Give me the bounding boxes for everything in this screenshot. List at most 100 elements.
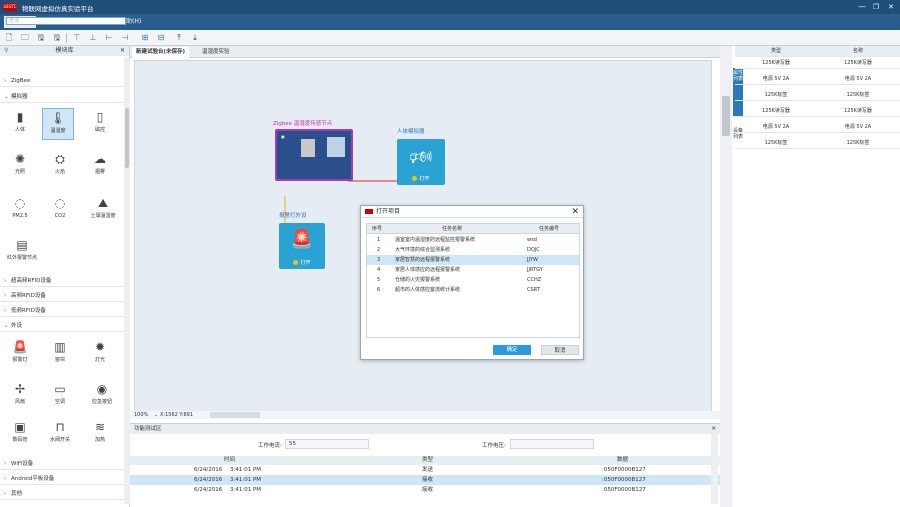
restore-button[interactable]: ❐ xyxy=(869,2,883,12)
toolbar: 🗋 🗀 🖫 🖫 ⊤ ⊥ ⊢ ⊣ ⊞ ⊟ ⤒ ⤓ xyxy=(0,30,900,46)
dialog-close-icon[interactable]: ✕ xyxy=(571,206,579,218)
module-search-input[interactable]: 查询 xyxy=(6,17,126,25)
category-android[interactable]: › Android平板设备 xyxy=(0,474,124,485)
property-row[interactable]: 125K读写器 125K读写器 xyxy=(735,58,900,69)
category-sensors[interactable]: ⌄ 模拟器 xyxy=(0,92,124,103)
device-heater[interactable]: ≋ 加热 xyxy=(84,418,116,450)
device-lamp[interactable]: ✹ 灯光 xyxy=(84,338,116,370)
node-open-button[interactable]: 打开 xyxy=(279,259,325,266)
send-back-icon[interactable]: ⤓ xyxy=(190,33,200,43)
log-scrollbar[interactable] xyxy=(711,434,718,504)
device-co2[interactable]: ◌ CO2 xyxy=(44,194,76,226)
align-center-v-icon[interactable]: ⊟ xyxy=(156,33,166,43)
log-row-selected[interactable]: 6/24/2016 3:41:01 PM 接收:050F0000B127 xyxy=(130,475,720,485)
property-row[interactable]: 电源 5V 2A 电源 5V 2A xyxy=(735,122,900,133)
table-row[interactable]: 2 大气环境的综合监测系统 DQJC xyxy=(367,245,579,255)
device-digital-tube[interactable]: ▣ 数码管 xyxy=(4,418,36,450)
device-pm25[interactable]: ◌ PM2.5 xyxy=(4,194,36,226)
canvas-status-bar: 100% ⌄ X:1562 Y:891 xyxy=(130,411,720,419)
align-left-icon[interactable]: ⊢ xyxy=(104,33,114,43)
property-row[interactable]: 125K标签 125K标签 xyxy=(735,138,900,149)
property-row[interactable]: 125K标签 125K标签 xyxy=(735,90,900,101)
align-top-icon[interactable]: ⊤ xyxy=(72,33,82,43)
col-no: 序号 xyxy=(371,226,382,232)
cell-name: 电源 5V 2A xyxy=(844,124,872,130)
scrollbar-thumb[interactable] xyxy=(125,108,129,168)
device-aircon[interactable]: ▭ 空调 xyxy=(44,380,76,412)
device-fan[interactable]: ✢ 风扇 xyxy=(4,380,36,412)
row-code: JJYW xyxy=(527,257,538,263)
device-magnetic[interactable]: ▯ 磁控 xyxy=(84,108,116,140)
device-water-valve[interactable]: ⊓ 水阀开关 xyxy=(44,418,76,450)
close-button[interactable]: ✕ xyxy=(884,2,898,12)
panel-close-icon[interactable]: ✕ xyxy=(711,424,716,434)
scrollbar-thumb[interactable] xyxy=(722,96,730,136)
device-temp-humidity[interactable]: 🌡 温湿度 xyxy=(42,108,74,140)
device-infrared[interactable]: ▤ 红外报警节点 xyxy=(4,236,40,268)
category-rfid-hf[interactable]: › 高频RFID设备 xyxy=(0,291,124,302)
body-simulator-node[interactable]: 🕬 打开 xyxy=(397,139,445,185)
table-row[interactable]: 6 超市的人体感应客流统计系统 CSRT xyxy=(367,285,579,295)
horizontal-scrollbar[interactable] xyxy=(210,412,260,418)
open-folder-icon[interactable]: 🗀 xyxy=(20,33,30,43)
category-wifi[interactable]: › WiFi设备 xyxy=(0,459,124,470)
ok-button[interactable]: 确定 xyxy=(493,345,531,355)
category-label: 其他 xyxy=(11,491,23,497)
device-human-body[interactable]: ▮ 人体 xyxy=(4,108,36,140)
row-code: JJRTGY xyxy=(527,267,543,273)
device-light[interactable]: ✺ 光照 xyxy=(4,150,36,182)
tab-new-bench[interactable]: 新建试验台(未保存) xyxy=(132,47,190,58)
device-soil[interactable]: ⛰ 土壤温湿度 xyxy=(84,194,122,226)
bring-front-icon[interactable]: ⤒ xyxy=(174,33,184,43)
align-right-icon[interactable]: ⊣ xyxy=(120,33,130,43)
category-rfid-125[interactable]: › 超高频RFID设备 xyxy=(0,276,124,287)
align-bottom-icon[interactable]: ⊥ xyxy=(88,33,98,43)
current-field[interactable]: 55 xyxy=(285,439,369,449)
category-zigbee[interactable]: › ZigBee xyxy=(0,76,124,87)
category-rfid-lf[interactable]: › 低频RFID设备 xyxy=(0,306,124,317)
log-time: 3:41:01 PM xyxy=(230,467,262,473)
table-row[interactable]: 5 仓储的火灾报警系统 CCHZ xyxy=(367,275,579,285)
fan-icon: ✢ xyxy=(14,382,26,396)
device-alarm-light[interactable]: 🚨 报警灯 xyxy=(4,338,36,370)
log-row[interactable]: 6/24/2016 3:41:01 PM 发送:050F0000B127 xyxy=(130,465,720,475)
sensor-module xyxy=(327,137,345,157)
table-row[interactable]: 1 温室室内温湿度的远程监控报警系统 wsd xyxy=(367,235,579,245)
zigbee-node[interactable]: ▣ xyxy=(275,129,353,181)
device-label: 火焰 xyxy=(54,169,65,175)
device-flame[interactable]: ⛭ 火焰 xyxy=(44,150,76,182)
tab-device-list[interactable]: 设备列表 xyxy=(733,126,743,174)
tab-temp-humidity[interactable]: 温湿度实验 xyxy=(198,47,234,58)
zoom-level[interactable]: 100% xyxy=(134,411,148,419)
table-row[interactable]: 4 家居人体感应的远程报警系统 JJRTGY xyxy=(367,265,579,275)
category-actuators[interactable]: ⌄ 外设 xyxy=(0,321,124,332)
voltage-field[interactable] xyxy=(510,439,594,449)
heater-icon: ≋ xyxy=(94,420,106,434)
cancel-button[interactable]: 取消 xyxy=(541,345,579,355)
minimize-button[interactable]: — xyxy=(855,2,869,12)
save-as-icon[interactable]: 🖫 xyxy=(52,33,62,43)
property-row[interactable]: 125K读写器 125K读写器 xyxy=(735,106,900,117)
panel-close-icon[interactable]: ✕ xyxy=(120,46,125,56)
category-other[interactable]: › 其他 xyxy=(0,489,124,500)
node-open-button[interactable]: 打开 xyxy=(397,175,445,182)
device-emergency-button[interactable]: ◉ 应急按钮 xyxy=(84,380,120,412)
align-center-h-icon[interactable]: ⊞ xyxy=(140,33,150,43)
right-panel-scrollbar[interactable] xyxy=(720,46,732,507)
zigbee-brand: ▣ xyxy=(281,134,285,139)
property-row[interactable]: 电源 5V 2A 电源 5V 2A xyxy=(735,74,900,85)
app-title: 物联网虚拟仿真实验平台 xyxy=(22,5,94,13)
log-row[interactable]: 6/24/2016 3:41:01 PM 接收:050F0000B127 xyxy=(130,485,720,495)
table-row-selected[interactable]: 3 家居智慧的远程报警系统 JJYW xyxy=(367,255,579,265)
zoom-dropdown-icon[interactable]: ⌄ xyxy=(154,411,158,419)
row-no: 1 xyxy=(377,237,381,243)
cell-name: 125K标签 xyxy=(846,92,870,98)
cell-name: 电源 5V 2A xyxy=(844,76,872,82)
alarm-light-node[interactable]: 🚨 打开 xyxy=(279,223,325,269)
device-smoke[interactable]: ☁ 烟雾 xyxy=(84,150,116,182)
chevron-right-icon: › xyxy=(4,491,7,497)
device-curtain[interactable]: ▥ 窗帘 xyxy=(44,338,76,370)
new-file-icon[interactable]: 🗋 xyxy=(4,33,14,43)
save-icon[interactable]: 🖫 xyxy=(36,33,46,43)
log-type: 接收 xyxy=(422,477,434,483)
